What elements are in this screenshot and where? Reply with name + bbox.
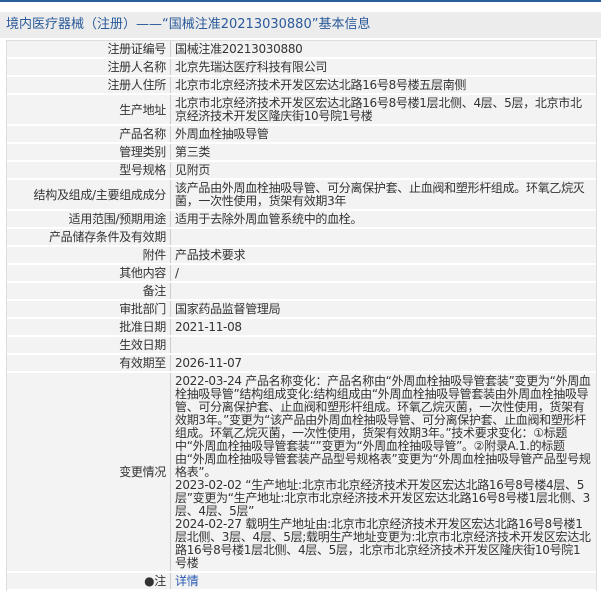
page-title: 境内医疗器械（注册）——“国械注准20213030880”基本信息 bbox=[0, 12, 601, 38]
row-value: 北京市北京经济技术开发区宏达北路16号8号楼五层南侧 bbox=[170, 76, 596, 95]
row-label: 产品储存条件及有效期 bbox=[7, 228, 171, 247]
row-label: 适用范围/预期用途 bbox=[7, 210, 171, 229]
row-value bbox=[170, 336, 596, 355]
row-value: 该产品由外周血栓抽吸导管、可分离保护套、止血阀和塑形杆组成。环氧乙烷灭菌，一次性… bbox=[170, 179, 596, 211]
row-label: 注册证编号 bbox=[7, 41, 171, 59]
table-row: 生效日期 bbox=[7, 336, 596, 355]
row-value: 2026-11-07 bbox=[170, 354, 596, 373]
table-row: ●注 详情 bbox=[7, 572, 596, 591]
row-value bbox=[170, 282, 596, 301]
row-value: / bbox=[170, 264, 596, 283]
row-value: 国械注准20213030880 bbox=[170, 41, 596, 59]
table-row: 适用范围/预期用途 适用于去除外周血管系统中的血栓。 bbox=[7, 210, 596, 229]
row-value: 第三类 bbox=[170, 143, 596, 162]
row-value: 北京市北京经济技术开发区宏达北路16号8号楼1层北侧、4层、5层，北京市北京经济… bbox=[170, 94, 596, 126]
row-label: 注册人名称 bbox=[7, 58, 171, 77]
row-label: 结构及组成/主要组成成分 bbox=[7, 179, 171, 211]
row-label: 管理类别 bbox=[7, 143, 171, 162]
row-label: 其他内容 bbox=[7, 264, 171, 283]
table-row: 型号规格 见附页 bbox=[7, 161, 596, 180]
row-value: 外周血栓抽吸导管 bbox=[170, 125, 596, 144]
table-row: 产品名称 外周血栓抽吸导管 bbox=[7, 125, 596, 144]
table-row: 注册人名称 北京先瑞达医疗科技有限公司 bbox=[7, 58, 596, 77]
table-row: 注册证编号 国械注准20213030880 bbox=[7, 41, 596, 59]
table-row: 备注 bbox=[7, 282, 596, 301]
table-row: 批准日期 2021-11-08 bbox=[7, 318, 596, 337]
table-row: 审批部门 国家药品监督管理局 bbox=[7, 300, 596, 319]
row-label: 型号规格 bbox=[7, 161, 171, 180]
row-label: 批准日期 bbox=[7, 318, 171, 337]
table-row: 其他内容 / bbox=[7, 264, 596, 283]
row-label: 变更情况 bbox=[7, 372, 171, 573]
details-link[interactable]: 详情 bbox=[175, 574, 199, 588]
top-divider bbox=[0, 0, 601, 2]
table-row: 注册人住所 北京市北京经济技术开发区宏达北路16号8号楼五层南侧 bbox=[7, 76, 596, 95]
table-row: 附件 产品技术要求 bbox=[7, 246, 596, 265]
row-value bbox=[170, 228, 596, 247]
row-label: 备注 bbox=[7, 282, 171, 301]
table-row: 有效期至 2026-11-07 bbox=[7, 354, 596, 373]
row-value: 国家药品监督管理局 bbox=[170, 300, 596, 319]
row-value: 2022-03-24 产品名称变化：产品名称由“外周血栓抽吸导管套装”变更为“外… bbox=[170, 372, 596, 573]
row-label: 附件 bbox=[7, 246, 171, 265]
row-label: ●注 bbox=[7, 572, 171, 591]
table-row: 结构及组成/主要组成成分 该产品由外周血栓抽吸导管、可分离保护套、止血阀和塑形杆组… bbox=[7, 179, 596, 211]
row-value: 北京先瑞达医疗科技有限公司 bbox=[170, 58, 596, 77]
row-value: 见附页 bbox=[170, 161, 596, 180]
row-label: 产品名称 bbox=[7, 125, 171, 144]
table-row: 生产地址 北京市北京经济技术开发区宏达北路16号8号楼1层北侧、4层、5层，北京市… bbox=[7, 94, 596, 126]
row-value: 2021-11-08 bbox=[170, 318, 596, 337]
row-label: 生效日期 bbox=[7, 336, 171, 355]
row-label: 审批部门 bbox=[7, 300, 171, 319]
table-row: 管理类别 第三类 bbox=[7, 143, 596, 162]
info-table: 注册证编号 国械注准20213030880 注册人名称 北京先瑞达医疗科技有限公司 注册… bbox=[6, 40, 597, 591]
table-row: 变更情况 2022-03-24 产品名称变化：产品名称由“外周血栓抽吸导管套装”变… bbox=[7, 372, 596, 573]
row-label: 注册人住所 bbox=[7, 76, 171, 95]
row-value: 详情 bbox=[170, 572, 596, 591]
table-row: 产品储存条件及有效期 bbox=[7, 228, 596, 247]
row-label: 有效期至 bbox=[7, 354, 171, 373]
row-label: 生产地址 bbox=[7, 94, 171, 126]
row-value: 产品技术要求 bbox=[170, 246, 596, 265]
row-value: 适用于去除外周血管系统中的血栓。 bbox=[170, 210, 596, 229]
